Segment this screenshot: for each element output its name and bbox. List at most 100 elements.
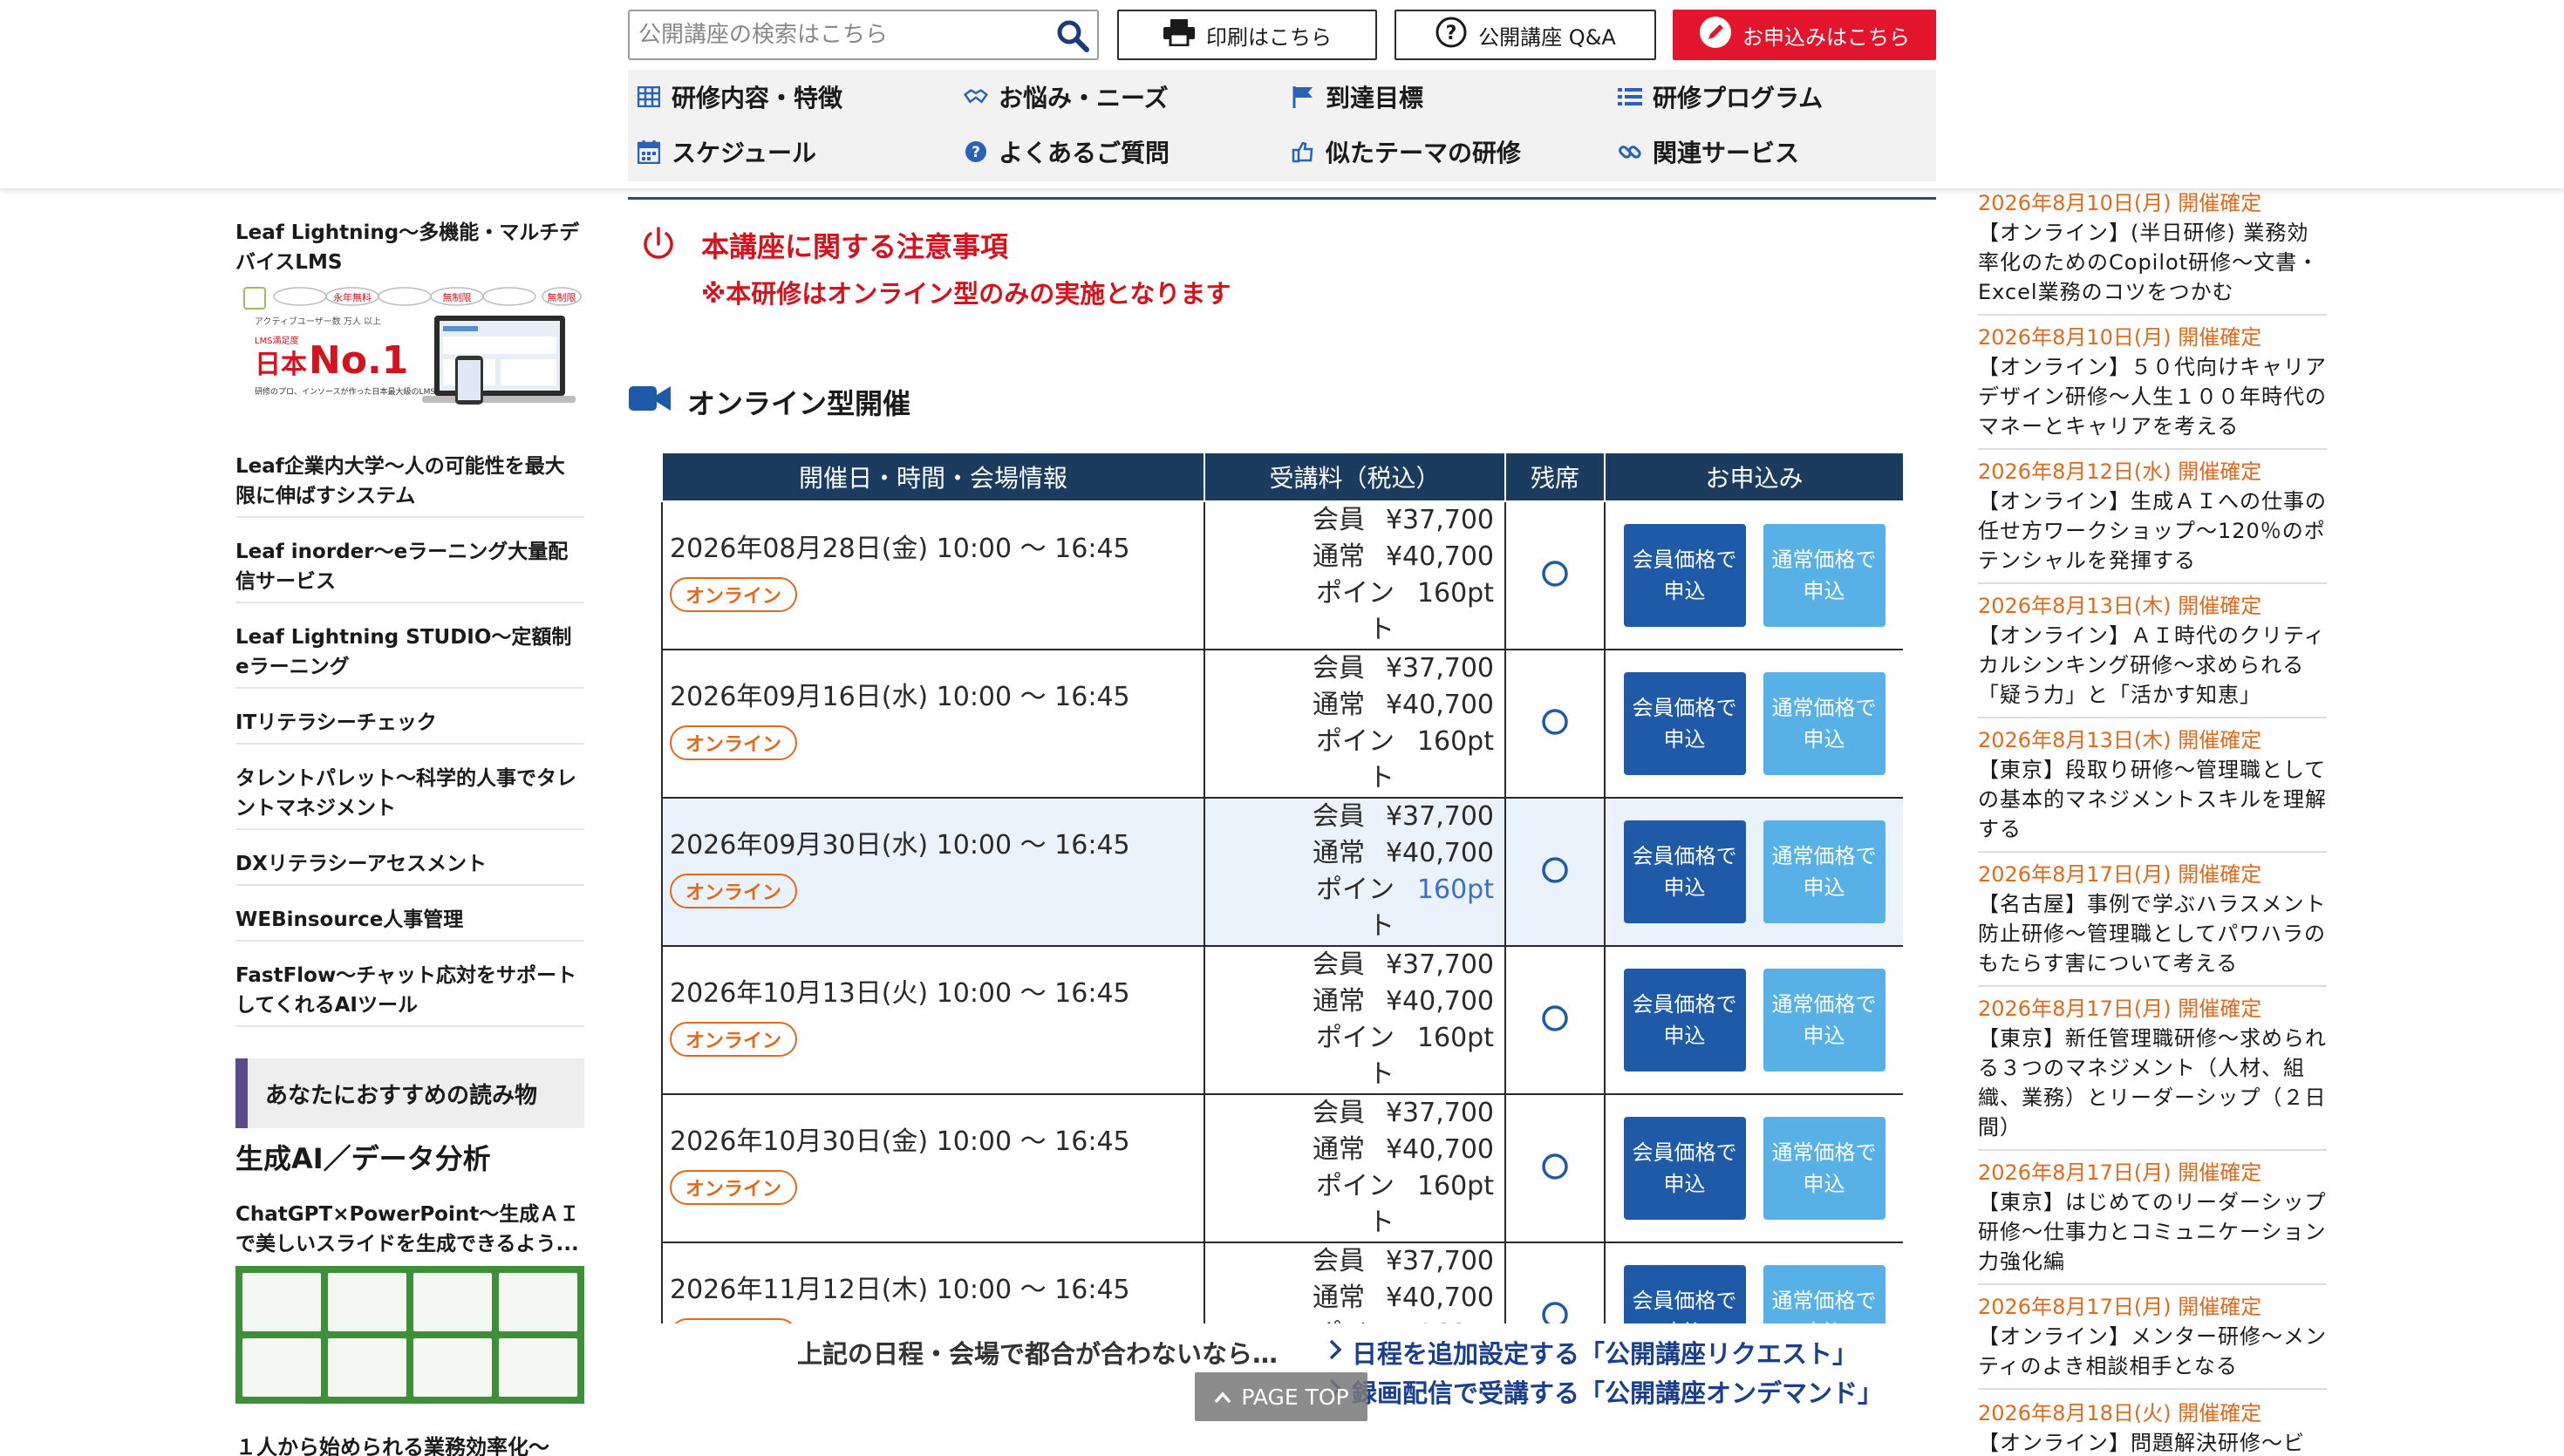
search-input[interactable] — [638, 15, 1048, 55]
thumb-slide — [499, 1273, 577, 1331]
event-date: 2026年8月10日(月) 開催確定 — [1978, 191, 2262, 215]
event-item[interactable]: 2026年8月17日(月) 開催確定 【オンライン】メンター研修〜メンティのよき… — [1978, 1292, 2327, 1390]
nav-item-needs[interactable]: お悩み・ニーズ — [964, 75, 1169, 119]
fee-point: 160pt — [1416, 1171, 1494, 1201]
fee-point: 160pt — [1407, 1317, 1494, 1323]
fee-member: ¥37,700 — [1385, 1098, 1494, 1128]
availability-circle-icon — [1542, 1153, 1568, 1180]
apply-header-button[interactable]: お申込みはこちら — [1673, 10, 1936, 60]
availability-circle-icon — [1542, 1005, 1568, 1031]
regular-apply-button[interactable]: 通常価格で申込 — [1763, 1117, 1885, 1220]
thumb-slide — [328, 1273, 406, 1331]
fee-point: 160pt — [1416, 726, 1494, 757]
event-item[interactable]: 2026年8月10日(月) 開催確定 【オンライン】(半日研修) 業務効率化のた… — [1978, 188, 2327, 316]
event-item[interactable]: 2026年8月12日(水) 開催確定 【オンライン】生成ＡＩへの仕事の任せ方ワー… — [1978, 457, 2327, 584]
nav-item-features[interactable]: 研修内容・特徴 — [637, 75, 842, 119]
fee-member-label: 会員 — [1313, 505, 1365, 535]
event-item[interactable]: 2026年8月18日(火) 開催確定 【オンライン】問題解決研修〜ビ — [1978, 1398, 2327, 1456]
col-header-remaining: 残席 — [1504, 452, 1606, 502]
sidebar-link-talent-palette[interactable]: タレントパレット〜科学的人事でタレントマネジメント — [235, 764, 584, 830]
recommend-article-thumbnail[interactable] — [235, 1266, 584, 1404]
member-apply-button[interactable]: 会員価格で申込 — [1623, 1265, 1746, 1323]
online-badge: オンライン — [670, 874, 798, 908]
fee-member: ¥37,700 — [1385, 1246, 1494, 1276]
member-apply-button[interactable]: 会員価格で申込 — [1623, 1117, 1746, 1220]
remaining-cell — [1504, 1093, 1606, 1243]
print-button[interactable]: 印刷はこちら — [1117, 10, 1377, 60]
event-item[interactable]: 2026年8月17日(月) 開催確定 【東京】新任管理職研修〜求められる３つのマ… — [1978, 994, 2327, 1151]
sidebar-link-inorder[interactable]: Leaf inorder〜eラーニング大量配信サービス — [235, 537, 584, 603]
qa-label: 公開講座 Q&A — [1478, 24, 1616, 50]
nav-item-schedule[interactable]: スケジュール — [637, 130, 816, 173]
request-link[interactable]: 日程を追加設定する「公開講座リクエスト」 — [1327, 1334, 1858, 1371]
sidebar-link-it-literacy[interactable]: ITリテラシーチェック — [235, 708, 584, 745]
sidebar-link-corporate-university[interactable]: Leaf企業内大学〜人の可能性を最大限に伸ばすシステム — [235, 452, 584, 518]
date-cell: 2026年11月12日(木) 10:00 〜 16:45 オンライン — [661, 1242, 1205, 1323]
sidebar-link-dx-literacy[interactable]: DXリテラシーアセスメント — [235, 849, 584, 886]
event-item[interactable]: 2026年8月13日(木) 開催確定 【東京】段取り研修〜管理職としての基本的マ… — [1978, 725, 2327, 853]
banner-tagline: アクティブユーザー数 万人 以上 — [255, 316, 381, 327]
member-apply-button[interactable]: 会員価格で申込 — [1623, 820, 1746, 923]
event-item[interactable]: 2026年8月17日(月) 開催確定 【名古屋】事例で学ぶハラスメント防止研修〜… — [1978, 860, 2327, 987]
event-item[interactable]: 2026年8月17日(月) 開催確定 【東京】はじめてのリーダーシップ研修〜仕事… — [1978, 1158, 2327, 1285]
event-date: 2026年8月17日(月) 開催確定 — [1978, 862, 2262, 887]
event-date: 2026年8月13日(木) 開催確定 — [1978, 728, 2262, 752]
video-camera-icon — [628, 383, 672, 421]
regular-apply-button[interactable]: 通常価格で申込 — [1763, 1265, 1885, 1323]
fee-regular: ¥40,700 — [1385, 1283, 1494, 1313]
print-label: 印刷はこちら — [1206, 24, 1332, 50]
fee-regular-label: 通常 — [1313, 690, 1365, 720]
fee-member: ¥37,700 — [1385, 949, 1494, 980]
event-title: 【オンライン】生成ＡＩへの仕事の任せ方ワークショップ〜120％のポテンシャルを発… — [1978, 489, 2327, 573]
event-item[interactable]: 2026年8月10日(月) 開催確定 【オンライン】５０代向けキャリアデザイン研… — [1978, 323, 2327, 450]
regular-apply-button[interactable]: 通常価格で申込 — [1763, 820, 1885, 923]
regular-apply-button[interactable]: 通常価格で申込 — [1763, 524, 1885, 627]
remaining-cell — [1504, 500, 1606, 650]
event-item[interactable]: 2026年8月13日(木) 開催確定 【オンライン】ＡＩ時代のクリティカルシンキ… — [1978, 591, 2327, 718]
page-nav: 研修内容・特徴 お悩み・ニーズ 到達目標 研修プログラム スケジュール ? よく… — [628, 70, 1936, 181]
recommend-article-title[interactable]: ChatGPT×PowerPoint〜生成ＡＩで美しいスライドを生成できるよう.… — [235, 1200, 584, 1259]
date-cell: 2026年10月13日(火) 10:00 〜 16:45 オンライン — [661, 945, 1205, 1095]
nav-label: 研修プログラム — [1653, 84, 1824, 112]
search-icon[interactable] — [1055, 18, 1090, 53]
thumb-slide — [242, 1273, 321, 1331]
nav-item-program[interactable]: 研修プログラム — [1618, 75, 1823, 119]
nav-item-goals[interactable]: 到達目標 — [1291, 75, 1423, 119]
member-apply-button[interactable]: 会員価格で申込 — [1623, 969, 1746, 1072]
lms-banner[interactable]: 永年無料 無制限 無制限 アクティブユーザー数 万人 以上 LMS満足度 日本 … — [235, 284, 584, 415]
nav-label: 研修内容・特徴 — [672, 84, 843, 112]
member-apply-button[interactable]: 会員価格で申込 — [1623, 524, 1746, 627]
event-title: 【名古屋】事例で学ぶハラスメント防止研修〜管理職としてパワハラのもたらす害につい… — [1978, 892, 2327, 976]
sidebar-link-studio[interactable]: Leaf Lightning STUDIO〜定額制eラーニング — [235, 623, 584, 689]
banner-nihon: 日本 — [255, 350, 307, 380]
fee-member-label: 会員 — [1313, 801, 1365, 832]
page-top-button[interactable]: PAGE TOP — [1195, 1372, 1367, 1421]
on-demand-link[interactable]: 録画配信で受講する「公開講座オンデマンド」 — [1327, 1373, 1883, 1410]
table-row: 2026年10月13日(火) 10:00 〜 16:45 オンライン 会員 ¥37… — [661, 945, 1903, 1095]
sidebar-link-leaf-lightning[interactable]: Leaf Lightning〜多機能・マルチデバイスLMS — [235, 218, 584, 282]
event-date: 2026年8月13日(木) 開催確定 — [1978, 594, 2262, 618]
sidebar-link-fastflow[interactable]: FastFlow〜チャット応対をサポートしてくれるAIツール — [235, 961, 584, 1027]
nav-item-related[interactable]: 関連サービス — [1618, 130, 1799, 173]
sidebar-link-webinsource[interactable]: WEBinsource人事管理 — [235, 905, 584, 942]
recommend-category[interactable]: 生成AI／データ分析 — [235, 1137, 491, 1177]
fee-cell: 会員 ¥37,700 通常 ¥40,700 ポイント 160pt — [1204, 649, 1506, 799]
event-title: 【オンライン】５０代向けキャリアデザイン研修〜人生１００年時代のマネーとキャリア… — [1978, 355, 2327, 439]
recommend-next-article[interactable]: １人から始められる業務効率化〜 — [235, 1430, 549, 1456]
table-row: 2026年09月30日(水) 10:00 〜 16:45 オンライン 会員 ¥37… — [661, 797, 1903, 947]
schedule-table: 開催日・時間・会場情報 受講料（税込） 残席 お申込み 2026年08月28日(… — [661, 452, 1903, 1323]
site-header: 印刷はこちら ? 公開講座 Q&A お申込みはこちら 研修内容・特徴 お悩み・ニ… — [0, 0, 2564, 188]
nav-label: 到達目標 — [1326, 84, 1424, 112]
fee-regular-label: 通常 — [1313, 541, 1365, 572]
regular-apply-button[interactable]: 通常価格で申込 — [1763, 672, 1885, 775]
fee-member-label: 会員 — [1313, 653, 1365, 684]
nav-item-faq[interactable]: ? よくあるご質問 — [964, 130, 1169, 173]
col-header-apply: お申込み — [1604, 452, 1903, 502]
apply-cell: 会員価格で申込 通常価格で申込 — [1604, 500, 1903, 650]
event-title: 【オンライン】(半日研修) 業務効率化のためのCopilot研修〜文書・Exce… — [1978, 221, 2320, 304]
member-apply-button[interactable]: 会員価格で申込 — [1623, 672, 1746, 775]
nav-item-similar[interactable]: 似たテーマの研修 — [1291, 130, 1521, 173]
fee-point-label: ポイント — [1316, 874, 1395, 942]
regular-apply-button[interactable]: 通常価格で申込 — [1763, 969, 1885, 1072]
qa-button[interactable]: ? 公開講座 Q&A — [1395, 10, 1656, 60]
